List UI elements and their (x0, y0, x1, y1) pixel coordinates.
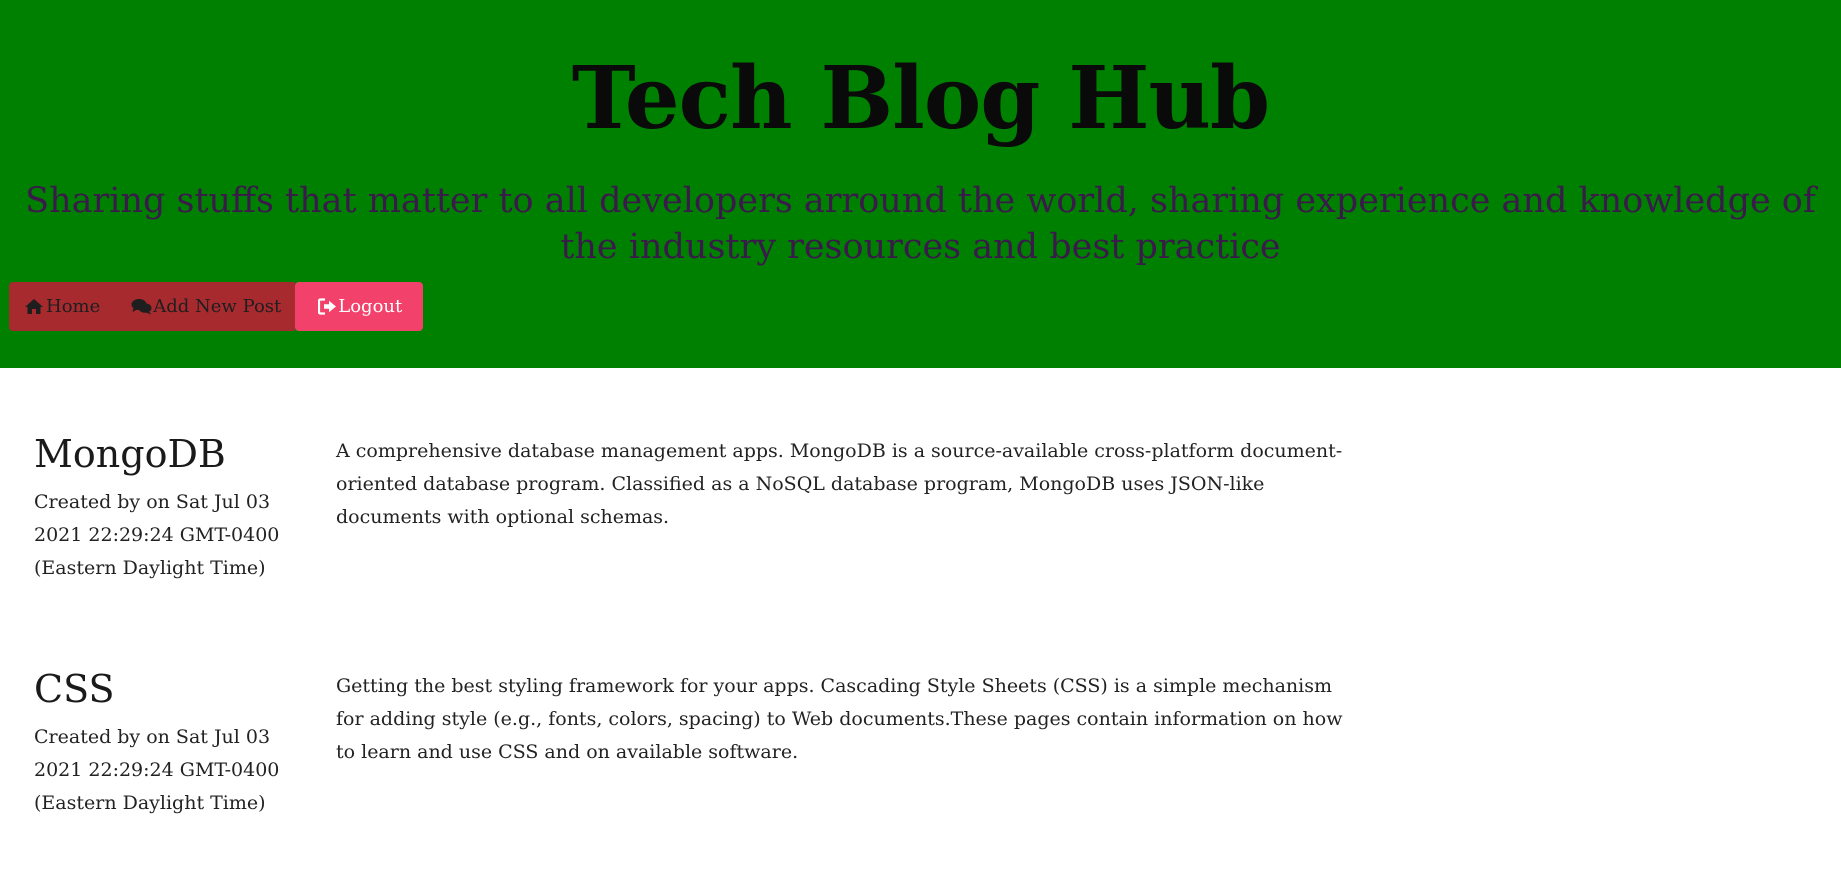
sign-out-icon (317, 297, 337, 317)
post-date: Created by on Sat Jul 03 2021 22:29:24 G… (34, 491, 280, 579)
post-title[interactable]: CSS (34, 667, 304, 711)
logout-label: Logout (338, 296, 403, 317)
post-meta: MongoDB Created by on Sat Jul 03 2021 22… (34, 432, 304, 585)
nav-add-post-link[interactable]: Add New Post (130, 296, 281, 317)
post-meta: CSS Created by on Sat Jul 03 2021 22:29:… (34, 667, 304, 820)
post-title[interactable]: MongoDB (34, 432, 304, 476)
home-icon (23, 297, 45, 317)
comments-icon (130, 297, 152, 317)
logout-button[interactable]: Logout (295, 282, 424, 331)
post-item: CSS Created by on Sat Jul 03 2021 22:29:… (0, 667, 1841, 887)
post-body: A comprehensive database management apps… (336, 440, 1343, 528)
nav-links-group: Home Add New Post (9, 282, 296, 331)
nav-home-label: Home (46, 296, 101, 317)
site-header: Tech Blog Hub Sharing stuffs that matter… (0, 0, 1841, 368)
main-navigation: Home Add New Post Logout (9, 282, 424, 331)
nav-home-link[interactable]: Home (23, 296, 100, 317)
post-date: Created by on Sat Jul 03 2021 22:29:24 G… (34, 726, 280, 814)
site-subtitle: Sharing stuffs that matter to all develo… (25, 181, 1816, 267)
site-title: Tech Blog Hub (571, 48, 1270, 149)
nav-add-post-label: Add New Post (153, 296, 282, 317)
post-item: MongoDB Created by on Sat Jul 03 2021 22… (0, 432, 1841, 652)
post-body: Getting the best styling framework for y… (336, 675, 1343, 763)
